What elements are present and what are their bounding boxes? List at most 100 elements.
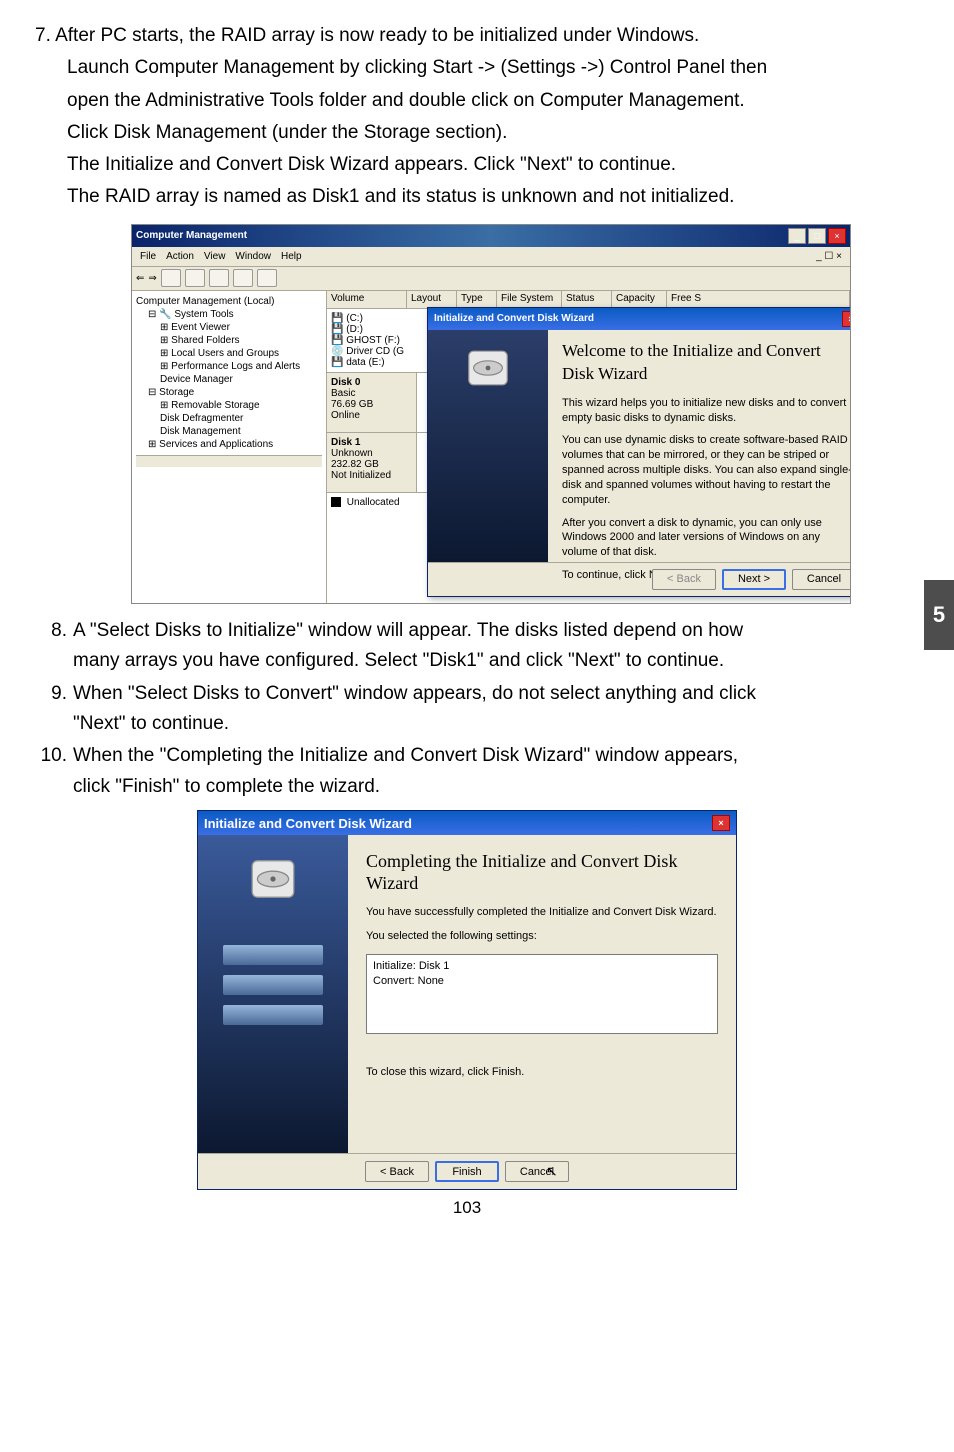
window-titlebar: Computer Management _ □ × [132,225,850,247]
banner-slab-1 [223,945,323,965]
disk0-size: 76.69 GB [331,399,412,410]
minimize-button[interactable]: _ [788,228,806,244]
disk0-status: Online [331,410,412,421]
wizard-title: Initialize and Convert Disk Wizard [434,313,842,324]
wizard-p1: This wizard helps you to initialize new … [562,396,851,426]
disk0-name: Disk 0 [331,377,412,388]
step7-line2: Launch Computer Management by clicking S… [35,52,899,84]
wizard2-p2: You selected the following settings: [366,930,718,942]
steps-block: 8. A "Select Disks to Initialize" window… [35,616,899,802]
toolbar-button-4[interactable] [233,269,253,287]
disk1-status: Not Initialized [331,470,412,481]
wizard2-title: Initialize and Convert Disk Wizard [204,816,712,831]
wizard-cancel-button[interactable]: Cancel [792,569,851,590]
col-layout[interactable]: Layout [407,291,457,308]
menu-window[interactable]: Window [235,251,271,262]
page-number: 103 [35,1198,899,1218]
disk-icon [247,853,299,905]
wizard2-banner [198,835,348,1153]
nav-back-icon[interactable]: ⇐ [136,273,144,284]
wizard2-p1: You have successfully completed the Init… [366,906,718,918]
wizard-next-button[interactable]: Next > [722,569,786,590]
step7-line1: After PC starts, the RAID array is now r… [55,25,699,46]
disk-icon [464,344,512,392]
tree-shared[interactable]: ⊞ Shared Folders [136,334,322,347]
menu-view[interactable]: View [204,251,226,262]
chapter-tab: 5 [924,580,954,650]
wizard-p2: You can use dynamic disks to create soft… [562,433,851,507]
tree-removable[interactable]: ⊞ Removable Storage [136,399,322,412]
menu-help[interactable]: Help [281,251,302,262]
wizard-heading: Welcome to the Initialize and Convert Di… [562,340,851,386]
step9-l2: "Next" to continue. [73,713,229,734]
tree-storage[interactable]: ⊟ Storage [136,386,322,399]
step7-block: 7. After PC starts, the RAID array is no… [35,20,899,214]
tree-event[interactable]: ⊞ Event Viewer [136,321,322,334]
settings-line1: Initialize: Disk 1 [373,959,711,973]
tree-panel: Computer Management (Local) ⊟ 🔧 System T… [132,291,327,603]
banner-slab-2 [223,975,323,995]
tree-root[interactable]: Computer Management (Local) [136,295,322,308]
wizard2-back-button[interactable]: < Back [365,1161,429,1182]
step10-number: 10. [35,741,73,802]
unallocated-label: Unallocated [347,497,400,508]
step7-line3: open the Administrative Tools folder and… [35,85,899,117]
step9-number: 9. [35,679,73,740]
col-fs[interactable]: File System [497,291,562,308]
tree-diskmgmt[interactable]: Disk Management [136,425,322,438]
step7-line5: The Initialize and Convert Disk Wizard a… [35,149,899,181]
tree-defrag[interactable]: Disk Defragmenter [136,412,322,425]
wizard2-close-button[interactable]: × [712,815,730,831]
toolbar-button-1[interactable] [161,269,181,287]
step10-l2: click "Finish" to complete the wizard. [73,776,380,797]
menu-action[interactable]: Action [166,251,194,262]
menu-file[interactable]: File [140,251,156,262]
toolbar: ⇐ ⇒ [132,267,850,291]
toolbar-button-5[interactable] [257,269,277,287]
settings-line2: Convert: None [373,974,711,988]
mdi-close[interactable]: _ ☐ × [816,251,842,262]
step10-l1: When the "Completing the Initialize and … [73,745,738,766]
step8-l1: A "Select Disks to Initialize" window wi… [73,620,743,641]
banner-slab-3 [223,1005,323,1025]
wizard-dialog: Initialize and Convert Disk Wizard × Wel… [427,307,851,597]
col-status[interactable]: Status [562,291,612,308]
step7-line6: The RAID array is named as Disk1 and its… [35,181,899,213]
wizard2-settings-box: Initialize: Disk 1 Convert: None [366,954,718,1034]
col-capacity[interactable]: Capacity [612,291,667,308]
tree-users[interactable]: ⊞ Local Users and Groups [136,347,322,360]
tree-services[interactable]: ⊞ Services and Applications [136,438,322,451]
col-type[interactable]: Type [457,291,497,308]
wizard2-heading: Completing the Initialize and Convert Di… [366,851,718,894]
window-title: Computer Management [136,230,788,241]
screenshot-computer-management: Computer Management _ □ × File Action Vi… [131,224,851,604]
tree-perf[interactable]: ⊞ Performance Logs and Alerts [136,360,322,373]
wizard-banner [428,330,548,562]
tree-systools[interactable]: ⊟ 🔧 System Tools [136,308,322,321]
col-free[interactable]: Free S [667,291,850,308]
wizard-close-button[interactable]: × [842,311,851,327]
maximize-button[interactable]: □ [808,228,826,244]
disk1-type: Unknown [331,448,412,459]
tree-devmgr[interactable]: Device Manager [136,373,322,386]
wizard-back-button: < Back [652,569,716,590]
tree-scrollbar[interactable] [136,455,322,467]
wizard2-p3: To close this wizard, click Finish. [366,1066,718,1078]
disk0-type: Basic [331,388,412,399]
col-volume[interactable]: Volume [327,291,407,308]
screenshot-wizard-complete: Initialize and Convert Disk Wizard × Com… [197,810,737,1190]
toolbar-button-3[interactable] [209,269,229,287]
step8-l2: many arrays you have configured. Select … [73,650,724,671]
toolbar-button-2[interactable] [185,269,205,287]
close-button[interactable]: × [828,228,846,244]
unallocated-swatch [331,497,341,507]
step9-l1: When "Select Disks to Convert" window ap… [73,683,756,704]
disk1-size: 232.82 GB [331,459,412,470]
wizard2-cancel-button[interactable]: Cancel [505,1161,569,1182]
menubar: File Action View Window Help _ ☐ × [132,247,850,267]
nav-forward-icon[interactable]: ⇒ [148,273,156,284]
step7-line4: Click Disk Management (under the Storage… [35,117,899,149]
step7-number: 7. [35,25,51,46]
step8-number: 8. [35,616,73,677]
wizard2-finish-button[interactable]: Finish [435,1161,499,1182]
